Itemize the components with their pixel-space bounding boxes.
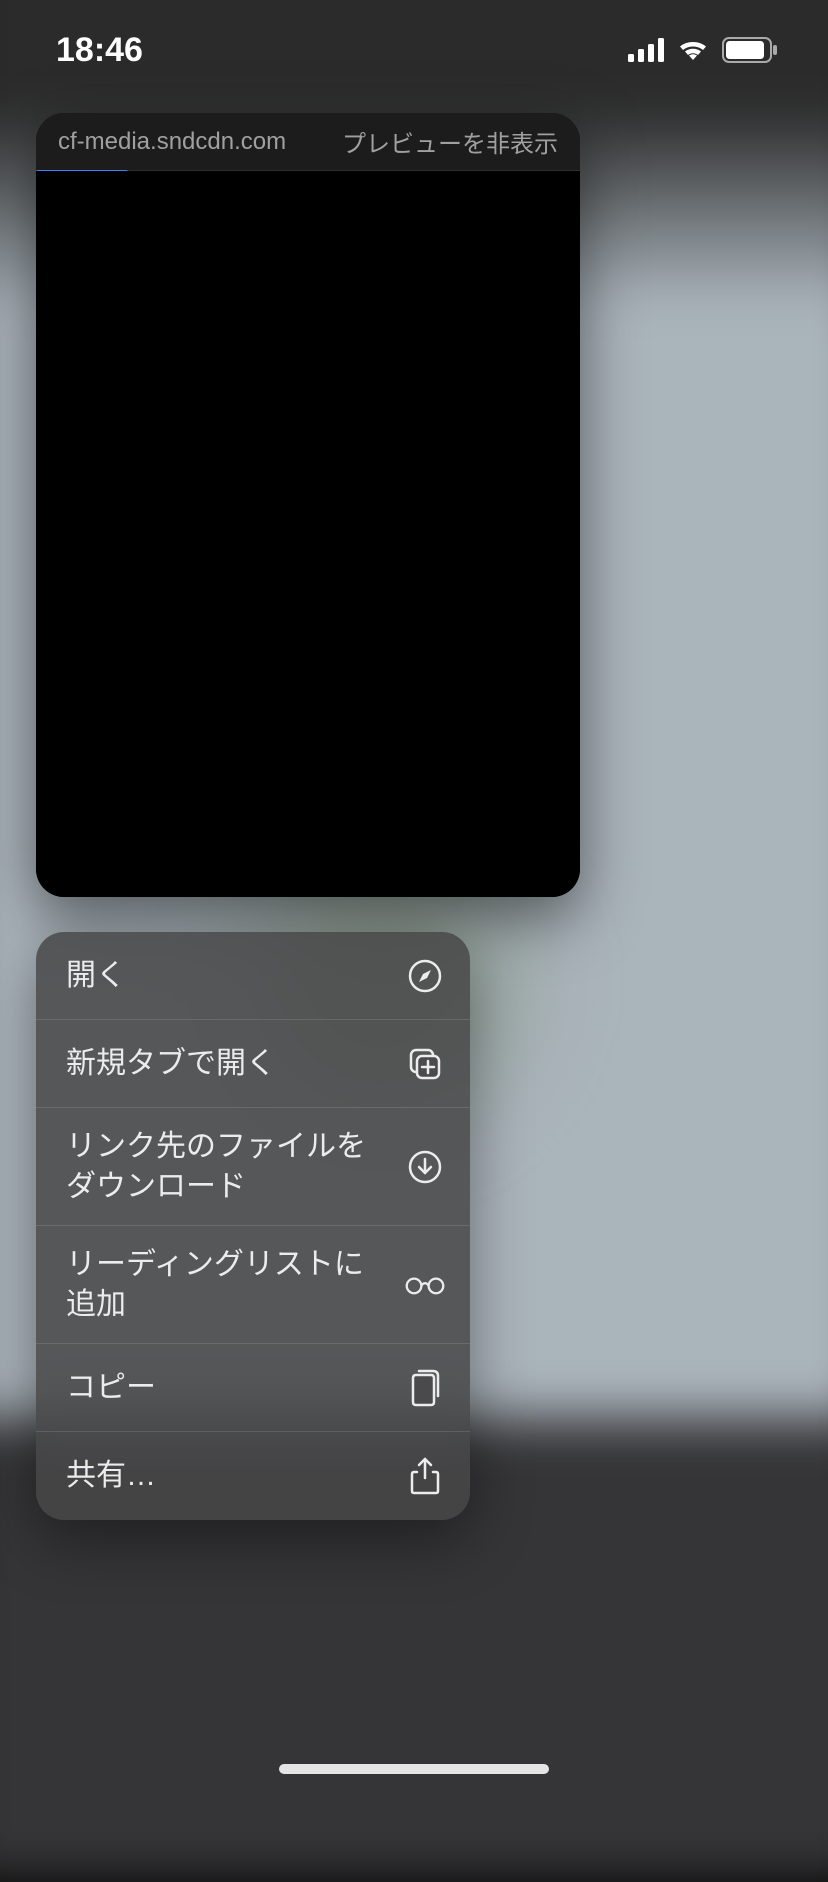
context-menu: 開く 新規タブで開く リンク先のファイルをダウンロード — [36, 932, 470, 1520]
cellular-icon — [628, 38, 664, 62]
preview-header: cf-media.sndcdn.com プレビューを非表示 — [36, 113, 580, 171]
status-time: 18:46 — [56, 31, 143, 70]
preview-content-area — [36, 171, 580, 897]
menu-item-share[interactable]: 共有… — [36, 1432, 470, 1520]
compass-icon — [404, 955, 446, 997]
menu-label: コピー — [66, 1368, 156, 1408]
tabs-plus-icon — [404, 1043, 446, 1085]
wifi-icon — [676, 38, 710, 62]
menu-item-copy[interactable]: コピー — [36, 1344, 470, 1432]
download-icon — [404, 1146, 446, 1188]
status-indicators — [628, 37, 778, 63]
menu-label: 新規タブで開く — [66, 1044, 276, 1084]
status-bar: 18:46 — [0, 0, 828, 100]
battery-icon — [722, 37, 778, 63]
glasses-icon — [404, 1264, 446, 1306]
preview-url: cf-media.sndcdn.com — [58, 128, 286, 156]
copy-docs-icon — [404, 1367, 446, 1409]
hide-preview-button[interactable]: プレビューを非表示 — [342, 124, 558, 159]
home-indicator[interactable] — [279, 1764, 549, 1774]
link-preview-card: cf-media.sndcdn.com プレビューを非表示 — [36, 113, 580, 897]
menu-label: 共有… — [66, 1456, 156, 1496]
menu-item-add-reading-list[interactable]: リーディングリストに追加 — [36, 1226, 470, 1344]
menu-item-download-linked-file[interactable]: リンク先のファイルをダウンロード — [36, 1108, 470, 1226]
share-icon — [404, 1455, 446, 1497]
menu-label: リーディングリストに追加 — [66, 1245, 386, 1325]
menu-item-open[interactable]: 開く — [36, 932, 470, 1020]
menu-label: 開く — [66, 956, 126, 996]
menu-item-open-new-tab[interactable]: 新規タブで開く — [36, 1020, 470, 1108]
menu-label: リンク先のファイルをダウンロード — [66, 1127, 386, 1207]
